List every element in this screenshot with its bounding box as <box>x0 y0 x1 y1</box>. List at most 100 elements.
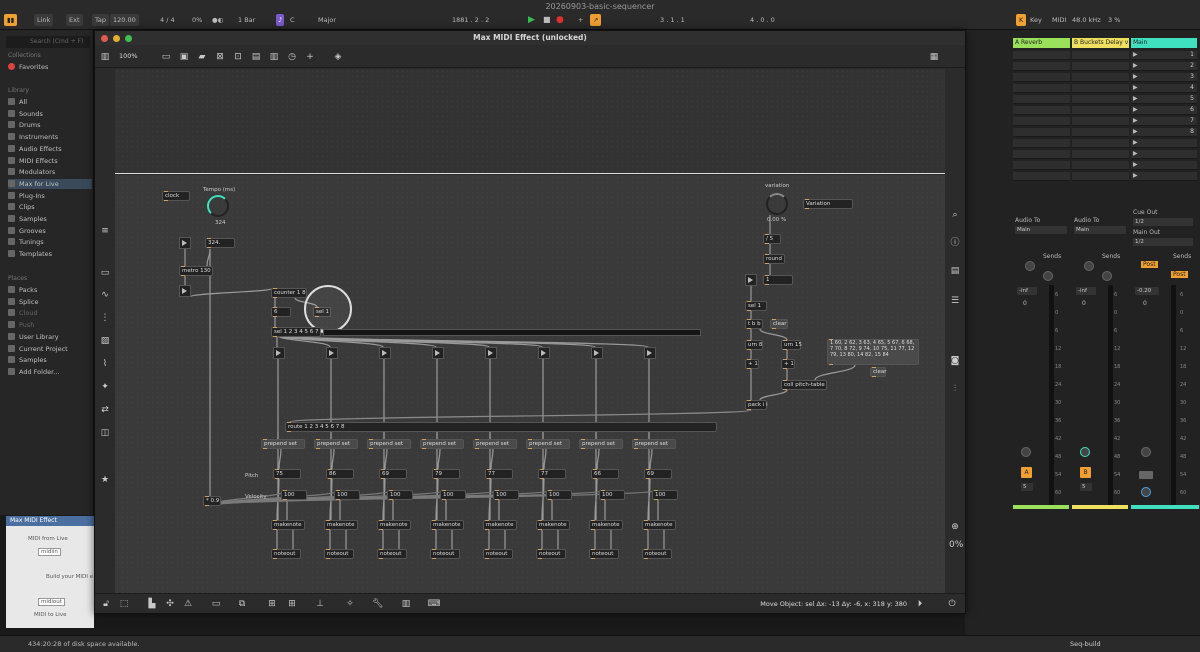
clip-slot[interactable] <box>1013 106 1070 115</box>
clip-slot[interactable] <box>1013 161 1070 170</box>
presentation-mode-icon[interactable]: ⬚ <box>117 597 131 611</box>
scene-slot[interactable]: ▶ 4 <box>1131 84 1197 93</box>
velocity-number-box[interactable]: 100 <box>387 490 413 500</box>
patcher-inspector-icon[interactable]: ▙ <box>145 597 159 611</box>
sel-main-object[interactable]: sel 1 2 3 4 5 6 7 8 <box>271 327 324 337</box>
message-box-icon[interactable]: ▣ <box>177 50 191 64</box>
send-a-knob[interactable] <box>1084 261 1094 271</box>
volume-fader[interactable] <box>1049 285 1054 505</box>
clip-slot[interactable] <box>1013 51 1070 60</box>
cue-volume-knob[interactable] <box>1141 487 1151 497</box>
piano-keys-icon[interactable]: ▥ <box>399 597 413 611</box>
automation-arm-icon[interactable]: ↗ <box>590 14 602 26</box>
prepend-set-message[interactable]: prepend set <box>473 439 517 449</box>
scene-slot[interactable]: ▶ <box>1131 150 1197 159</box>
browser-library-item[interactable]: Instruments <box>8 132 92 142</box>
post-button-b[interactable]: Post <box>1171 271 1188 278</box>
clock-comment-box[interactable]: clock <box>162 191 190 201</box>
pitch-number-box[interactable]: 66 <box>591 469 619 479</box>
velocity-number-box[interactable]: 100 <box>493 490 519 500</box>
scene-slot[interactable]: ▶ 1 <box>1131 51 1197 60</box>
clip-slot[interactable] <box>1013 172 1070 181</box>
pitch-number-box[interactable]: 69 <box>379 469 407 479</box>
main-out-select[interactable]: 1/2 <box>1133 238 1193 246</box>
clip-slot[interactable] <box>1072 139 1129 148</box>
tap-button[interactable]: Tap <box>92 14 110 26</box>
prepend-set-message[interactable]: prepend set <box>632 439 676 449</box>
clip-slot[interactable] <box>1072 117 1129 126</box>
clip-slot[interactable] <box>1013 84 1070 93</box>
mixer-sliders-icon[interactable]: ⫶ <box>949 383 961 395</box>
makenote-object[interactable]: makenote <box>642 520 676 530</box>
search-icon[interactable]: ⌕ <box>949 209 961 221</box>
copy-icon[interactable]: ⧉ <box>235 597 249 611</box>
power-icon[interactable]: ⏻ <box>945 597 959 611</box>
minimize-window-button[interactable] <box>113 35 120 42</box>
favorites-star-icon[interactable]: ★ <box>99 474 111 486</box>
lock-icon[interactable]: 🔓︎ <box>99 597 113 611</box>
clip-slot[interactable] <box>1072 106 1129 115</box>
prepend-set-message[interactable]: prepend set <box>314 439 358 449</box>
dial-object-icon[interactable]: ◷ <box>285 50 299 64</box>
pitch-number-box[interactable]: 86 <box>326 469 354 479</box>
audio-to-select[interactable]: Main <box>1015 226 1067 234</box>
clip-slot[interactable] <box>1013 128 1070 137</box>
scene-slot[interactable]: ▶ 6 <box>1131 106 1197 115</box>
scene-slot[interactable]: ▶ 7 <box>1131 117 1197 126</box>
browser-library-item[interactable]: Modulators <box>8 167 92 177</box>
counter-number-box[interactable]: 6 <box>271 307 291 317</box>
sidebar-toggle-icon[interactable]: ▥ <box>98 50 112 64</box>
track-header-main[interactable]: Main <box>1131 38 1197 48</box>
step-gate-toggle[interactable] <box>538 347 550 359</box>
clip-slot[interactable] <box>1072 51 1129 60</box>
variation-sel-object[interactable]: sel 1 <box>745 301 767 311</box>
clear-message[interactable]: clear <box>770 319 788 329</box>
variation-number-box[interactable]: 1 <box>763 275 793 285</box>
browser-place-item[interactable]: Push <box>8 320 92 330</box>
pan-display[interactable]: 0 <box>1143 300 1147 307</box>
clip-slot[interactable] <box>1072 84 1129 93</box>
zoom-window-button[interactable] <box>125 35 132 42</box>
overdub-icon[interactable]: + <box>578 14 583 26</box>
clip-slot[interactable] <box>1013 73 1070 82</box>
clip-slot[interactable] <box>1072 172 1129 181</box>
tempo-number-box[interactable]: 324. <box>205 238 235 248</box>
scene-play-icon[interactable]: ▶ <box>1133 150 1138 157</box>
scene-play-icon[interactable]: ▶ <box>1133 73 1138 80</box>
presentation-icon[interactable]: ▭ <box>209 597 223 611</box>
tempo-dial[interactable] <box>207 195 229 217</box>
velocity-number-box[interactable]: 100 <box>334 490 360 500</box>
velocity-number-box[interactable]: 100 <box>281 490 307 500</box>
scene-slot[interactable]: ▶ 2 <box>1131 62 1197 71</box>
metro-toggle[interactable] <box>179 237 191 249</box>
makenote-object[interactable]: makenote <box>483 520 517 530</box>
image-icon[interactable]: ▨ <box>99 335 111 347</box>
prepend-set-message[interactable]: prepend set <box>261 439 305 449</box>
variation-comment-box[interactable]: Variation <box>803 199 853 209</box>
scene-play-icon[interactable]: ▶ <box>1133 139 1138 146</box>
prepend-set-message[interactable]: prepend set <box>367 439 411 449</box>
send-a-knob[interactable] <box>1025 261 1035 271</box>
menu-icon[interactable]: ≡ <box>99 225 111 237</box>
browser-library-item[interactable]: Samples <box>8 214 92 224</box>
browser-library-item[interactable]: Max for Live <box>8 178 92 189</box>
trigger-object[interactable]: t b b <box>745 319 763 329</box>
pitch-number-box[interactable]: 77 <box>538 469 566 479</box>
urn8-object[interactable]: urn 8 <box>745 340 763 350</box>
noteout-object[interactable]: noteout <box>536 549 566 559</box>
live-logo-icon[interactable]: ▮▮ <box>4 14 18 26</box>
record-button[interactable]: ● <box>556 14 564 26</box>
keyboard-icon[interactable]: ⌨ <box>427 597 441 611</box>
track-activator-button[interactable]: A <box>1021 467 1032 478</box>
stop-button[interactable]: ■ <box>543 14 551 26</box>
prepend-set-message[interactable]: prepend set <box>526 439 570 449</box>
scene-slot[interactable]: ▶ 5 <box>1131 95 1197 104</box>
camera-icon[interactable]: ◙ <box>949 355 961 367</box>
noteout-object[interactable]: noteout <box>589 549 619 559</box>
makenote-object[interactable]: makenote <box>536 520 570 530</box>
scale-select[interactable]: Major <box>318 14 336 26</box>
step-gate-toggle[interactable] <box>273 347 285 359</box>
clip-slot[interactable] <box>1072 150 1129 159</box>
pack-object[interactable]: pack i i <box>745 400 768 410</box>
browser-place-item[interactable]: User Library <box>8 332 92 342</box>
